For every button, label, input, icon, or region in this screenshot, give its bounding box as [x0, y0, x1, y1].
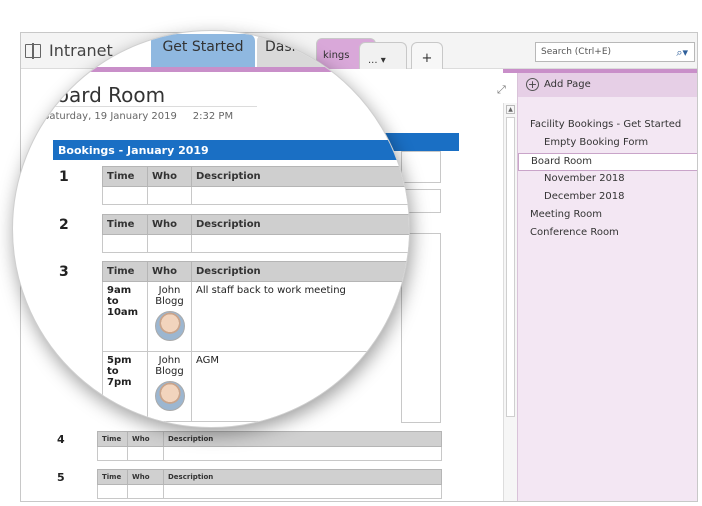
booking-table-5: Time Who Description	[97, 469, 442, 499]
col-who: Who	[127, 431, 164, 447]
expand-icon[interactable]: ⤢	[497, 83, 506, 97]
col-description: Description	[191, 261, 409, 282]
add-section-label: +	[421, 51, 433, 66]
page-item-board-room[interactable]: Board Room	[518, 153, 697, 171]
section-color-rule-zoom	[13, 67, 409, 72]
user-avatar	[154, 311, 185, 341]
booking-table-1: Time Who Description	[102, 166, 409, 205]
table-cell[interactable]	[102, 234, 148, 253]
add-page-button[interactable]: + Add Page	[518, 73, 697, 97]
booking-table-2: Time Who Description	[102, 214, 409, 253]
booking-time[interactable]: 5pm to 7pm	[102, 351, 148, 422]
col-who: Who	[147, 261, 192, 282]
table-cell[interactable]	[127, 484, 164, 499]
booking-who[interactable]: John Blogg	[147, 351, 192, 422]
table-cell[interactable]	[163, 446, 442, 461]
col-description: Description	[191, 166, 409, 187]
col-time: Time	[102, 166, 148, 187]
booking-time[interactable]: 9am to 10am	[102, 281, 148, 352]
tab-dashboard[interactable]: Dashb	[257, 34, 367, 68]
table-cell[interactable]	[147, 186, 192, 205]
booking-table-3: Time Who Description 9am to 10am John Bl…	[102, 261, 409, 422]
page-item-december-2018[interactable]: December 2018	[544, 191, 624, 202]
row-number-2: 2	[59, 217, 69, 233]
table-cell[interactable]	[191, 186, 409, 205]
table-cell[interactable]	[97, 446, 128, 461]
page-item-meeting-room[interactable]: Meeting Room	[530, 209, 602, 220]
tab-get-started-label: Get Started	[162, 39, 244, 55]
magnifier-lens: Get Started Dashb Board Room Saturday, 1…	[12, 30, 410, 428]
booking-who[interactable]: John Blogg	[147, 281, 192, 352]
table-cell[interactable]	[191, 234, 409, 253]
page-item-conference-room[interactable]: Conference Room	[530, 227, 619, 238]
notebook-title[interactable]: Intranet	[49, 41, 113, 60]
row-number-5: 5	[57, 471, 65, 484]
notebook-icon[interactable]	[25, 43, 41, 59]
table-cell[interactable]	[127, 446, 164, 461]
table-cell[interactable]	[147, 234, 192, 253]
tab-more-label: ...	[368, 55, 378, 66]
bookings-banner: Bookings - January 2019	[53, 140, 409, 160]
row-number-1: 1	[59, 169, 69, 185]
title-underline	[43, 106, 257, 107]
search-placeholder: Search (Ctrl+E)	[541, 47, 612, 57]
col-description: Description	[163, 469, 442, 485]
col-time: Time	[102, 214, 148, 235]
col-who: Who	[127, 469, 164, 485]
col-time: Time	[97, 431, 128, 447]
page-date: Saturday, 19 January 2019 2:32 PM	[43, 111, 233, 122]
user-avatar	[154, 381, 185, 411]
add-circle-icon: +	[526, 78, 539, 91]
col-time: Time	[102, 261, 148, 282]
scroll-thumb[interactable]	[506, 117, 515, 417]
page-time-text: 2:32 PM	[192, 111, 234, 122]
tab-dashboard-label: Dashb	[265, 39, 310, 55]
tab-get-started[interactable]: Get Started	[151, 34, 255, 68]
col-who: Who	[147, 214, 192, 235]
table-cell[interactable]	[163, 484, 442, 499]
row-number-3: 3	[59, 264, 69, 280]
page-date-text: Saturday, 19 January 2019	[43, 111, 177, 122]
table-cell[interactable]	[102, 186, 148, 205]
booking-description[interactable]: All staff back to work meeting	[191, 281, 409, 352]
pages-pane: + Add Page Facility Bookings - Get Start…	[517, 73, 697, 501]
page-title[interactable]: Board Room	[43, 83, 165, 107]
add-section-tab[interactable]: +	[411, 42, 443, 69]
booking-who-name: John Blogg	[155, 285, 184, 307]
col-time: Time	[97, 469, 128, 485]
search-input[interactable]: Search (Ctrl+E) ⌕▾	[535, 42, 695, 62]
search-icon[interactable]: ⌕▾	[676, 46, 688, 60]
row-number-4: 4	[57, 433, 65, 446]
page-item-facility-bookings[interactable]: Facility Bookings - Get Started	[530, 119, 681, 130]
col-description: Description	[191, 214, 409, 235]
scroll-up-icon[interactable]: ▲	[506, 105, 515, 114]
page-item-november-2018[interactable]: November 2018	[544, 173, 625, 184]
booking-who-name: John Blogg	[155, 355, 184, 377]
vertical-scrollbar[interactable]: ▲	[503, 103, 517, 501]
col-who: Who	[147, 166, 192, 187]
table-cell[interactable]	[97, 484, 128, 499]
table-row: 9am to 10am John Blogg All staff back to…	[102, 281, 409, 352]
add-page-label: Add Page	[544, 79, 591, 90]
booking-table-4: Time Who Description	[97, 431, 442, 461]
table-row: 5pm to 7pm John Blogg AGM	[102, 351, 409, 422]
col-description: Description	[163, 431, 442, 447]
page-item-empty-booking-form[interactable]: Empty Booking Form	[544, 137, 648, 148]
booking-description[interactable]: AGM	[191, 351, 409, 422]
